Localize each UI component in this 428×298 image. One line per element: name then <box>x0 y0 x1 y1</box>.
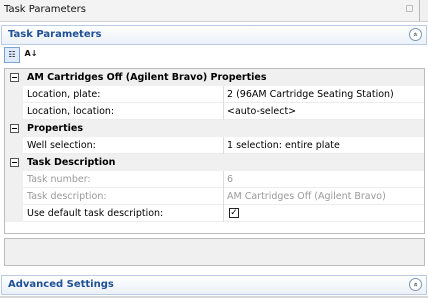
panel-title: Task Parameters <box>8 29 102 40</box>
alphabetical-sort-button[interactable]: A↓ <box>23 47 39 63</box>
collapse-toggle-icon[interactable] <box>10 158 19 167</box>
property-row-task-number: Task number: 6 <box>5 171 424 188</box>
sort-alphabetical-icon: A↓ <box>24 49 38 58</box>
property-value: AM Cartridges Off (Agilent Bravo) <box>227 191 386 202</box>
property-name: Location, location: <box>27 106 115 117</box>
category-label: Properties <box>27 123 83 134</box>
property-grid-toolbar: ☷ A↓ <box>4 47 44 67</box>
property-row-use-default-description[interactable]: Use default task description: ✓ <box>5 205 424 222</box>
collapse-toggle-icon[interactable] <box>10 73 19 82</box>
property-name: Use default task description: <box>27 208 164 219</box>
categorized-view-button[interactable]: ☷ <box>4 47 20 63</box>
property-name: Location, plate: <box>27 89 101 100</box>
category-task-description[interactable]: Task Description <box>5 154 424 171</box>
property-name: Well selection: <box>27 140 96 151</box>
property-name: Task description: <box>27 191 107 202</box>
property-row-location-location[interactable]: Location, location: <auto-select> <box>5 103 424 120</box>
property-value[interactable]: <auto-select> <box>227 106 296 117</box>
tab-strip: Task Parameters <box>0 0 428 22</box>
tab-title: Task Parameters <box>4 4 86 15</box>
category-am-cartridges[interactable]: AM Cartridges Off (Agilent Bravo) Proper… <box>5 69 424 86</box>
category-properties[interactable]: Properties <box>5 120 424 137</box>
property-row-location-plate[interactable]: Location, plate: 2 (96AM Cartridge Seati… <box>5 86 424 103</box>
collapse-toggle-icon[interactable] <box>10 124 19 133</box>
expand-chevron-icon[interactable]: » <box>409 278 422 291</box>
property-description-pane <box>4 238 425 266</box>
pin-icon[interactable] <box>406 5 413 12</box>
category-label: AM Cartridges Off (Agilent Bravo) Proper… <box>27 72 267 83</box>
property-row-well-selection[interactable]: Well selection: 1 selection: entire plat… <box>5 137 424 154</box>
check-icon: ✓ <box>230 208 238 218</box>
task-parameters-header[interactable]: Task Parameters « <box>1 25 427 45</box>
collapse-chevron-icon[interactable]: « <box>409 28 422 41</box>
property-name: Task number: <box>27 174 91 185</box>
property-value[interactable]: 2 (96AM Cartridge Seating Station) <box>227 89 394 100</box>
property-value: 6 <box>227 174 234 185</box>
divider <box>0 21 428 22</box>
property-value[interactable]: 1 selection: entire plate <box>227 140 340 151</box>
property-row-task-description: Task description: AM Cartridges Off (Agi… <box>5 188 424 205</box>
categorized-icon: ☷ <box>8 50 16 59</box>
advanced-settings-title: Advanced Settings <box>8 279 114 290</box>
use-default-checkbox[interactable]: ✓ <box>229 208 239 218</box>
category-label: Task Description <box>27 157 116 168</box>
tab-task-parameters[interactable]: Task Parameters <box>0 0 420 21</box>
property-grid: AM Cartridges Off (Agilent Bravo) Proper… <box>4 68 425 234</box>
advanced-settings-header[interactable]: Advanced Settings » <box>1 275 427 295</box>
